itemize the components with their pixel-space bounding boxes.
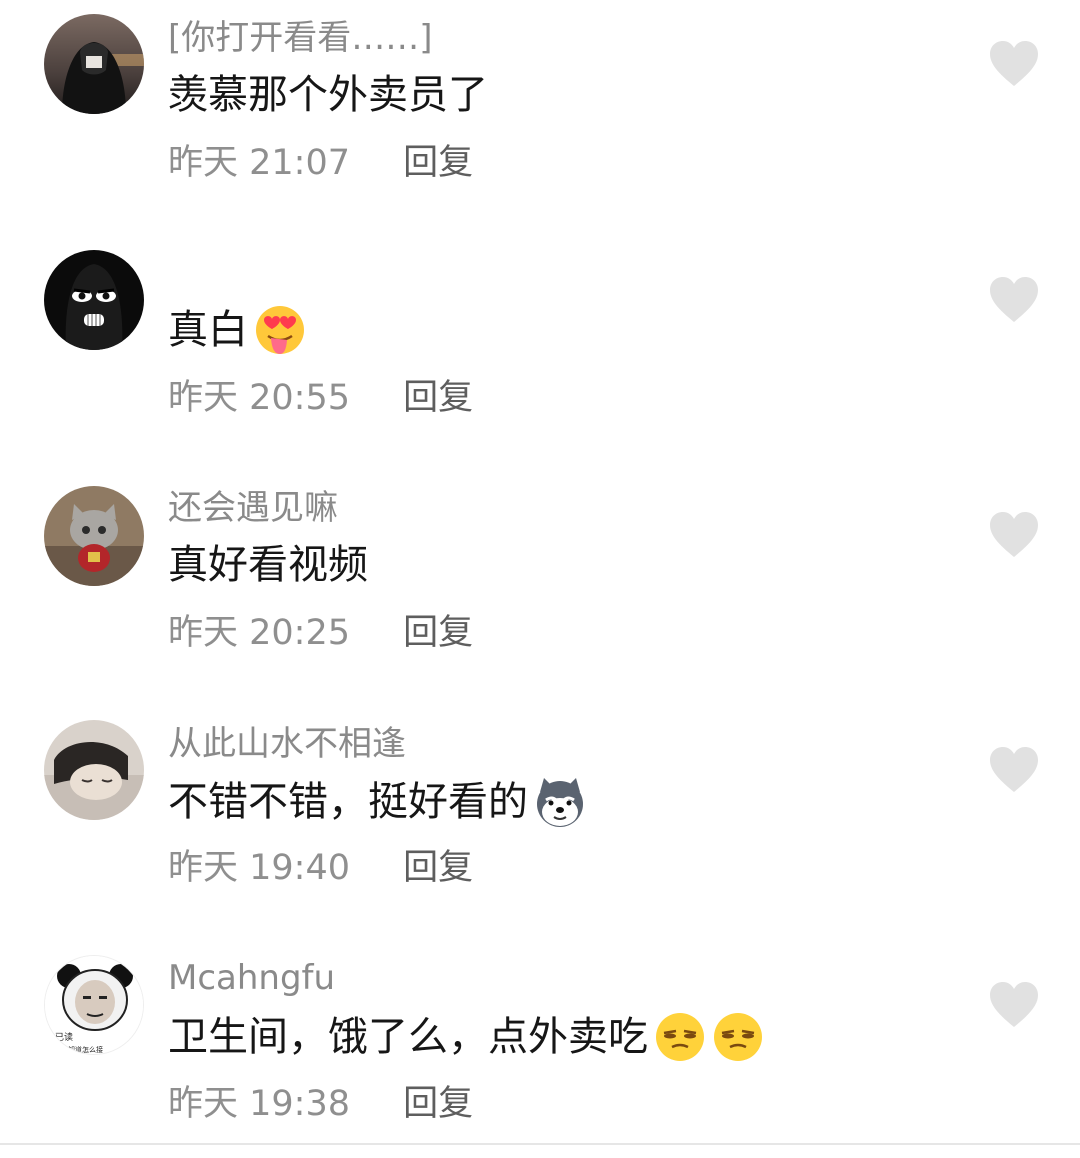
comment-text-content: 羡慕那个外卖员了 [168,72,488,118]
heart-icon[interactable] [988,511,1040,559]
heart-icon[interactable] [988,40,1040,88]
avatar[interactable] [44,250,144,350]
heart-icon[interactable] [988,981,1040,1029]
comment-text-content: 卫生间，饿了么，点外卖吃 [168,1014,648,1060]
comment-username[interactable]: Mcahngfu [168,958,335,998]
comment-text: 真白 [168,304,306,356]
heart-icon[interactable] [988,276,1040,324]
avatar[interactable] [44,14,144,114]
reply-button[interactable]: 回复 [403,848,473,888]
comment-text: 羡慕那个外卖员了 [168,70,488,120]
sleeping-person-avatar-icon [44,720,144,820]
reply-button[interactable]: 回复 [403,1084,473,1124]
black-balaclava-avatar-icon [44,250,144,350]
comment-username[interactable]: 从此山水不相逢 [168,724,406,764]
reply-button[interactable]: 回复 [403,378,473,418]
comment-time: 昨天 21:07 [168,143,350,183]
panda-meme-avatar-icon: 已读 不知道怎么接 [45,956,143,1054]
reply-button[interactable]: 回复 [403,143,473,183]
comment-meta: 昨天 19:38 回复 [168,1083,473,1125]
comment-time: 昨天 20:55 [168,378,350,418]
avatar-caption: 不知道怎么接 [61,1045,103,1054]
comment-meta: 昨天 20:25 回复 [168,612,473,654]
comment-text: 卫生间，饿了么，点外卖吃 [168,1011,764,1063]
smug-face-emoji-icon [656,1013,704,1061]
comment-quote: [你打开看看……] [168,18,433,58]
comment-username[interactable]: 还会遇见嘛 [168,488,338,528]
smug-face-emoji-icon [714,1013,762,1061]
comment-time: 昨天 20:25 [168,613,350,653]
reply-button[interactable]: 回复 [403,613,473,653]
comment-time: 昨天 19:40 [168,848,350,888]
comment-meta: 昨天 20:55 回复 [168,377,473,419]
comment-text-content: 真白 [168,307,248,353]
comment-text-content: 真好看视频 [168,542,368,588]
comment-meta: 昨天 19:40 回复 [168,847,473,889]
comment-text: 不错不错，挺好看的 [168,776,586,828]
husky-dog-emoji-icon [537,778,583,827]
avatar-caption: 已读 [55,1031,73,1043]
comment-meta: 昨天 21:07 回复 [168,142,473,184]
comment-text: 真好看视频 [168,540,368,590]
comment-text-content: 不错不错，挺好看的 [168,779,528,825]
avatar[interactable]: 已读 不知道怎么接 [44,955,144,1055]
avatar[interactable] [44,486,144,586]
hooded-person-avatar-icon [44,14,144,114]
bottom-divider [0,1143,1080,1145]
grey-cat-avatar-icon [44,486,144,586]
heart-eyes-tongue-emoji-icon [256,306,304,354]
heart-icon[interactable] [988,746,1040,794]
avatar[interactable] [44,720,144,820]
comment-time: 昨天 19:38 [168,1084,350,1124]
